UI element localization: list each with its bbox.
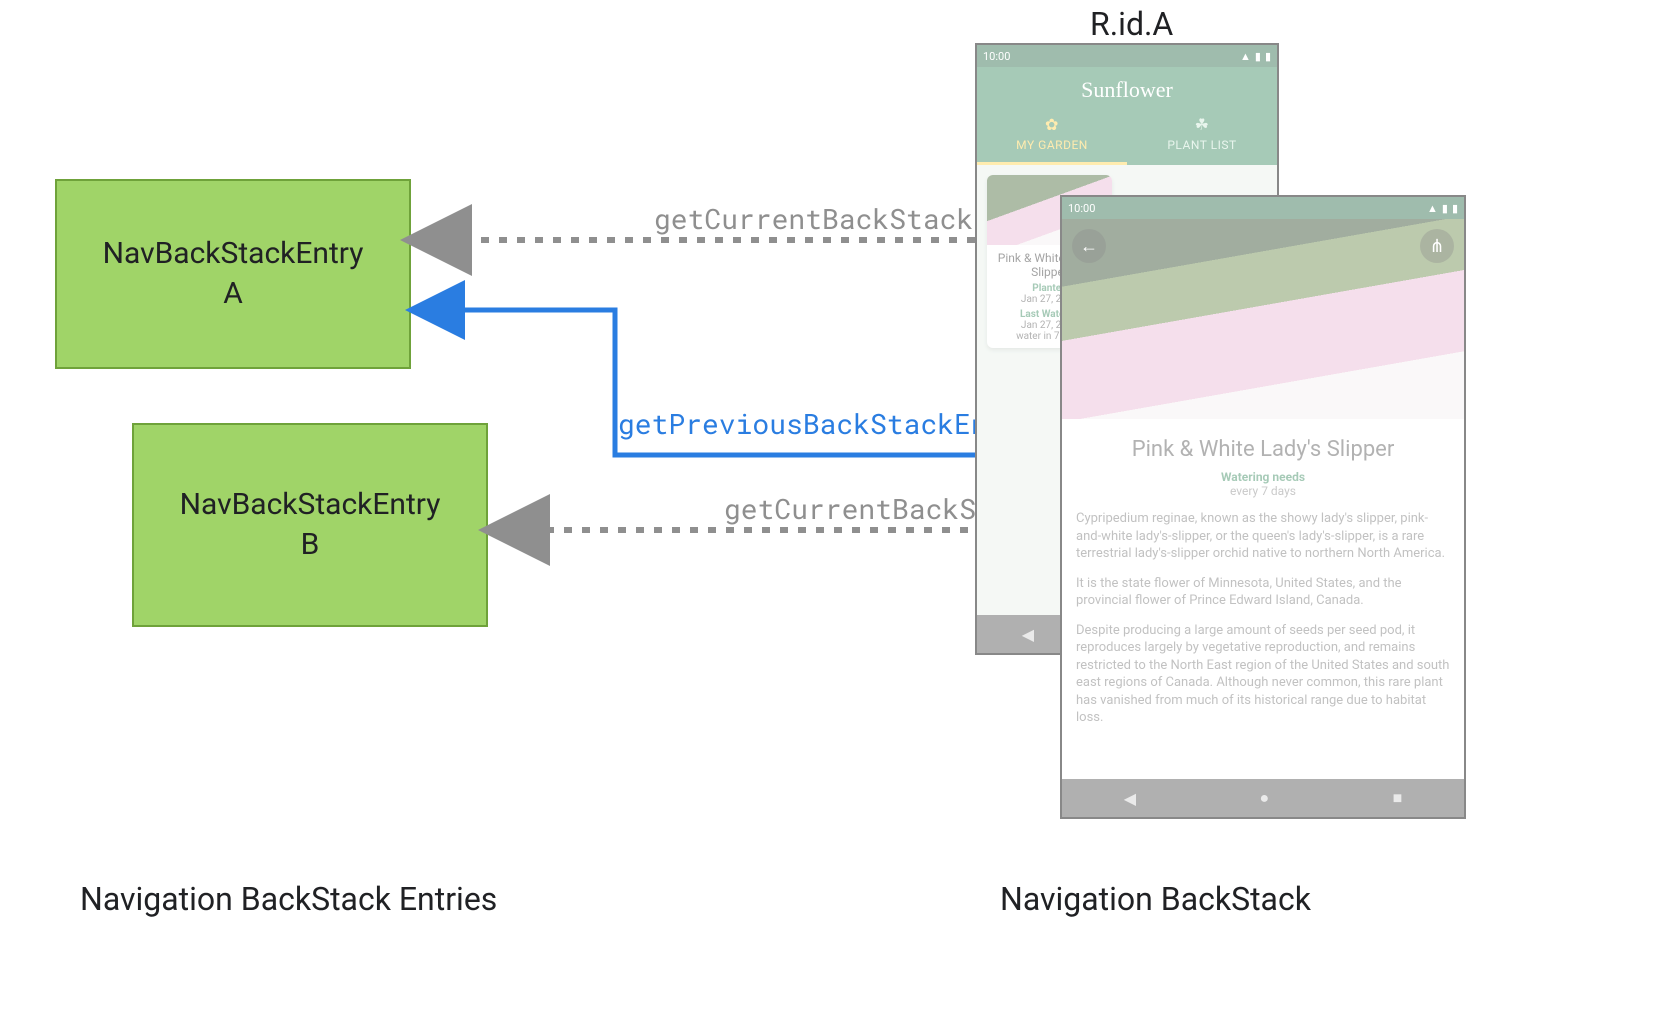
plant-hero-image: ← ⋔ (1062, 219, 1464, 419)
flower-icon: ✿ (1045, 115, 1059, 134)
nav-home-icon[interactable]: ● (1259, 788, 1269, 808)
watering-needs-value: every 7 days (1076, 484, 1450, 498)
caption-nav-backstack: Navigation BackStack (1000, 880, 1311, 918)
battery-icon: ▮ (1452, 202, 1458, 215)
signal-icon: ▮ (1255, 50, 1261, 63)
tab-plant-list[interactable]: ☘ PLANT LIST (1127, 109, 1277, 165)
diagram-canvas: R.id.A R.id.B NavBackStackEntry A NavBac… (0, 0, 1679, 1016)
wifi-icon: ▲ (1240, 50, 1251, 63)
phone-a-statusbar: 10:00 ▲ ▮ ▮ (977, 45, 1277, 67)
plant-description-p1: Cypripedium reginae, known as the showy … (1076, 510, 1450, 563)
tab-my-garden[interactable]: ✿ MY GARDEN (977, 109, 1127, 165)
box-b-line2: B (301, 525, 320, 566)
watering-needs-label: Watering needs (1076, 470, 1450, 484)
leaf-icon: ☘ (1195, 115, 1210, 134)
box-b-line1: NavBackStackEntry (180, 485, 441, 526)
nav-back-icon[interactable]: ◀ (1022, 625, 1034, 644)
phone-b-navbar: ◀ ● ■ (1062, 779, 1464, 817)
arrow-left-icon: ← (1080, 236, 1098, 257)
battery-icon: ▮ (1265, 50, 1271, 63)
plant-detail-title: Pink & White Lady's Slipper (1076, 437, 1450, 462)
share-icon: ⋔ (1429, 236, 1444, 257)
navbackstackentry-b-box: NavBackStackEntry B (132, 423, 488, 627)
navbackstackentry-a-box: NavBackStackEntry A (55, 179, 411, 369)
nav-back-icon[interactable]: ◀ (1124, 789, 1136, 808)
wifi-icon: ▲ (1427, 202, 1438, 215)
label-r-id-a: R.id.A (1090, 5, 1173, 43)
phone-screen-b: 10:00 ▲ ▮ ▮ ← ⋔ Pink & White Lady's Slip… (1060, 195, 1466, 819)
box-a-line2: A (223, 274, 243, 315)
phone-a-time: 10:00 (983, 50, 1010, 63)
phone-b-time: 10:00 (1068, 202, 1095, 215)
back-button[interactable]: ← (1072, 229, 1106, 263)
plant-description-p3: Despite producing a large amount of seed… (1076, 622, 1450, 727)
box-a-line1: NavBackStackEntry (103, 234, 364, 275)
nav-recent-icon[interactable]: ■ (1393, 788, 1403, 808)
phone-a-appbar-title: Sunflower (977, 67, 1277, 109)
phone-b-statusbar: 10:00 ▲ ▮ ▮ (1062, 197, 1464, 219)
caption-nav-entries: Navigation BackStack Entries (80, 880, 497, 918)
plant-description-p2: It is the state flower of Minnesota, Uni… (1076, 575, 1450, 610)
share-button[interactable]: ⋔ (1420, 229, 1454, 263)
signal-icon: ▮ (1442, 202, 1448, 215)
phone-a-tabs: ✿ MY GARDEN ☘ PLANT LIST (977, 109, 1277, 165)
